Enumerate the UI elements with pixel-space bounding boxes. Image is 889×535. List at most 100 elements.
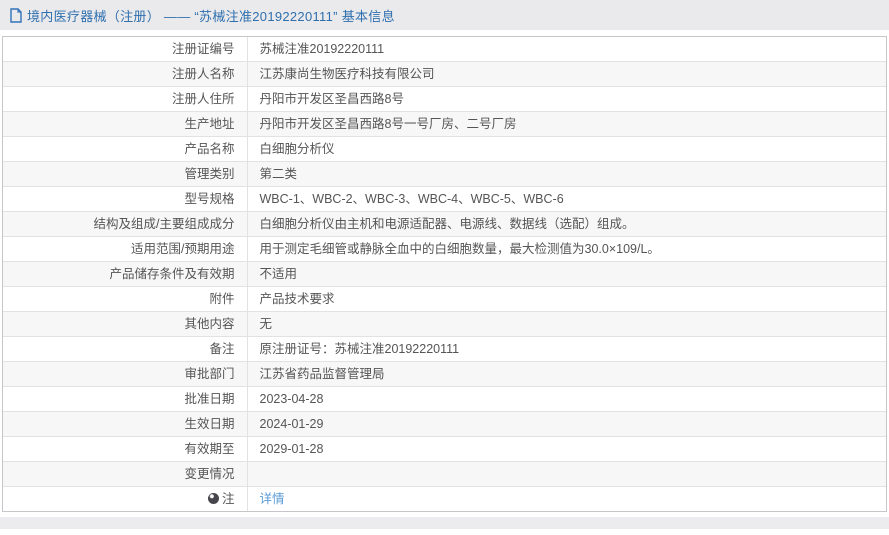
row-label-text: 适用范围/预期用途 xyxy=(131,242,234,256)
note-bulb-icon xyxy=(208,493,219,504)
row-label: 有效期至 xyxy=(3,437,247,462)
row-value: 第二类 xyxy=(247,162,886,187)
page-header: 境内医疗器械（注册） —— “苏械注准20192220111” 基本信息 xyxy=(0,0,889,30)
row-value: 用于测定毛细管或静脉全血中的白细胞数量，最大检测值为30.0×109/L。 xyxy=(247,237,886,262)
table-row: 产品储存条件及有效期 不适用 xyxy=(3,262,886,287)
row-value: WBC-1、WBC-2、WBC-3、WBC-4、WBC-5、WBC-6 xyxy=(247,187,886,212)
row-label-text: 有效期至 xyxy=(184,442,234,456)
table-row: 型号规格 WBC-1、WBC-2、WBC-3、WBC-4、WBC-5、WBC-6 xyxy=(3,187,886,212)
row-label: 适用范围/预期用途 xyxy=(3,237,247,262)
table-row: 管理类别 第二类 xyxy=(3,162,886,187)
row-value: 产品技术要求 xyxy=(247,287,886,312)
document-icon xyxy=(10,8,22,23)
details-link[interactable]: 详情 xyxy=(260,492,285,506)
row-value-text: 2029-01-28 xyxy=(260,442,324,456)
row-value: 江苏省药品监督管理局 xyxy=(247,362,886,387)
row-value-text: 白细胞分析仪由主机和电源适配器、电源线、数据线（选配）组成。 xyxy=(260,217,635,231)
footer-strip xyxy=(0,517,889,529)
row-label: 注册人住所 xyxy=(3,87,247,112)
row-label: 注 xyxy=(3,487,247,512)
row-label: 型号规格 xyxy=(3,187,247,212)
table-row: 适用范围/预期用途 用于测定毛细管或静脉全血中的白细胞数量，最大检测值为30.0×… xyxy=(3,237,886,262)
row-value-text: 原注册证号：苏械注准20192220111 xyxy=(260,342,460,356)
table-row: 结构及组成/主要组成成分 白细胞分析仪由主机和电源适配器、电源线、数据线（选配）组… xyxy=(3,212,886,237)
row-label-text: 注册人住所 xyxy=(172,92,235,106)
row-label: 附件 xyxy=(3,287,247,312)
row-value-text: 无 xyxy=(260,317,273,331)
row-value: 2024-01-29 xyxy=(247,412,886,437)
row-label: 生产地址 xyxy=(3,112,247,137)
row-value: 不适用 xyxy=(247,262,886,287)
row-label-text: 注册证编号 xyxy=(172,42,235,56)
row-label-text: 生效日期 xyxy=(184,417,234,431)
row-label-text: 审批部门 xyxy=(184,367,234,381)
row-value: 白细胞分析仪由主机和电源适配器、电源线、数据线（选配）组成。 xyxy=(247,212,886,237)
row-label-text: 变更情况 xyxy=(184,467,234,481)
table-row: 注册人住所 丹阳市开发区圣昌西路8号 xyxy=(3,87,886,112)
row-value-text: 2023-04-28 xyxy=(260,392,324,406)
row-label-text: 注册人名称 xyxy=(172,67,235,81)
table-row: 产品名称 白细胞分析仪 xyxy=(3,137,886,162)
page-title: 境内医疗器械（注册） —— “苏械注准20192220111” 基本信息 xyxy=(27,6,395,25)
row-label: 其他内容 xyxy=(3,312,247,337)
row-label-text: 产品名称 xyxy=(184,142,234,156)
row-value: 丹阳市开发区圣昌西路8号 xyxy=(247,87,886,112)
row-label-text: 注 xyxy=(222,492,235,506)
row-label: 变更情况 xyxy=(3,462,247,487)
row-value-text: 丹阳市开发区圣昌西路8号 xyxy=(260,92,404,106)
row-label: 管理类别 xyxy=(3,162,247,187)
table-row: 生效日期 2024-01-29 xyxy=(3,412,886,437)
row-value: 详情 xyxy=(247,487,886,512)
table-row: 有效期至 2029-01-28 xyxy=(3,437,886,462)
row-label: 审批部门 xyxy=(3,362,247,387)
table-row: 备注 原注册证号：苏械注准20192220111 xyxy=(3,337,886,362)
row-value-text: 白细胞分析仪 xyxy=(260,142,335,156)
table-row: 审批部门 江苏省药品监督管理局 xyxy=(3,362,886,387)
table-row: 批准日期 2023-04-28 xyxy=(3,387,886,412)
row-label-text: 结构及组成/主要组成成分 xyxy=(94,217,235,231)
row-value: 苏械注准20192220111 xyxy=(247,37,886,62)
row-label-text: 备注 xyxy=(209,342,234,356)
table-row: 附件 产品技术要求 xyxy=(3,287,886,312)
row-label-text: 管理类别 xyxy=(184,167,234,181)
row-value: 无 xyxy=(247,312,886,337)
row-label: 产品储存条件及有效期 xyxy=(3,262,247,287)
row-label-text: 附件 xyxy=(209,292,234,306)
row-label: 结构及组成/主要组成成分 xyxy=(3,212,247,237)
row-value-text: 江苏省药品监督管理局 xyxy=(260,367,385,381)
row-value: 原注册证号：苏械注准20192220111 xyxy=(247,337,886,362)
row-value-text: 产品技术要求 xyxy=(260,292,335,306)
row-value-text: 苏械注准20192220111 xyxy=(260,42,385,56)
row-label-text: 型号规格 xyxy=(184,192,234,206)
table-row: 生产地址 丹阳市开发区圣昌西路8号一号厂房、二号厂房 xyxy=(3,112,886,137)
row-value-text: 丹阳市开发区圣昌西路8号一号厂房、二号厂房 xyxy=(260,117,517,131)
row-value-text: 江苏康尚生物医疗科技有限公司 xyxy=(260,67,435,81)
row-value-text: 2024-01-29 xyxy=(260,417,324,431)
row-label: 生效日期 xyxy=(3,412,247,437)
table-row: 注 详情 xyxy=(3,487,886,512)
row-value: 2029-01-28 xyxy=(247,437,886,462)
row-value: 白细胞分析仪 xyxy=(247,137,886,162)
row-value-text: 第二类 xyxy=(260,167,298,181)
table-row: 其他内容 无 xyxy=(3,312,886,337)
row-label-text: 其他内容 xyxy=(184,317,234,331)
row-label: 备注 xyxy=(3,337,247,362)
table-row: 注册人名称 江苏康尚生物医疗科技有限公司 xyxy=(3,62,886,87)
row-label: 批准日期 xyxy=(3,387,247,412)
registration-info-table: 注册证编号苏械注准20192220111注册人名称江苏康尚生物医疗科技有限公司注… xyxy=(2,36,887,512)
table-row: 注册证编号 苏械注准20192220111 xyxy=(3,37,886,62)
table-row: 变更情况 xyxy=(3,462,886,487)
row-label-text: 批准日期 xyxy=(184,392,234,406)
row-value: 江苏康尚生物医疗科技有限公司 xyxy=(247,62,886,87)
row-value-text: 用于测定毛细管或静脉全血中的白细胞数量，最大检测值为30.0×109/L。 xyxy=(260,242,660,256)
row-label: 注册人名称 xyxy=(3,62,247,87)
row-label-text: 产品储存条件及有效期 xyxy=(109,267,234,281)
row-label: 产品名称 xyxy=(3,137,247,162)
row-value xyxy=(247,462,886,487)
row-value: 2023-04-28 xyxy=(247,387,886,412)
row-label: 注册证编号 xyxy=(3,37,247,62)
row-value-text: WBC-1、WBC-2、WBC-3、WBC-4、WBC-5、WBC-6 xyxy=(260,192,564,206)
row-value: 丹阳市开发区圣昌西路8号一号厂房、二号厂房 xyxy=(247,112,886,137)
row-value-text: 不适用 xyxy=(260,267,298,281)
row-label-text: 生产地址 xyxy=(184,117,234,131)
